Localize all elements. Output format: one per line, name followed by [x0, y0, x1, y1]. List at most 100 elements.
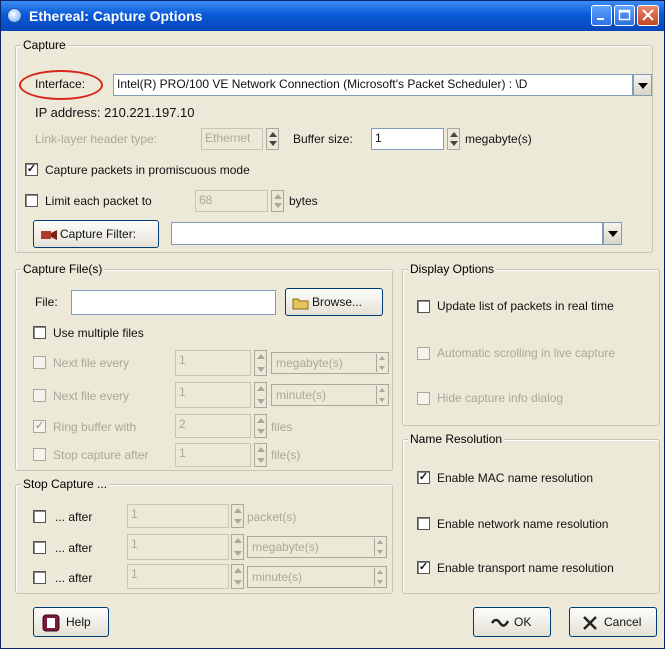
stop-after-megabytes-checkbox[interactable] — [33, 541, 46, 554]
next-file-size-unit-combo[interactable]: megabyte(s) — [271, 352, 389, 374]
maximize-button[interactable] — [614, 5, 635, 26]
stop-after-packets-checkbox[interactable] — [33, 510, 46, 523]
auto-scroll-label: Automatic scrolling in live capture — [437, 346, 616, 360]
stop-after-megabytes-unit-combo[interactable]: megabyte(s) — [247, 536, 387, 558]
stop-capture-group-label: Stop Capture ... — [21, 477, 110, 491]
help-button-label: Help — [66, 615, 91, 629]
file-input[interactable] — [71, 290, 276, 315]
capture-filter-dropdown-button[interactable] — [603, 222, 622, 245]
transport-resolution-checkbox[interactable]: ✓ — [417, 561, 430, 574]
ring-buffer-checkbox[interactable]: ✓ — [33, 420, 46, 433]
interface-combo[interactable]: Intel(R) PRO/100 VE Network Connection (… — [113, 74, 633, 96]
ok-button[interactable]: OK — [473, 607, 551, 637]
maximize-icon — [618, 9, 631, 21]
update-list-checkbox[interactable] — [417, 300, 430, 313]
capture-filter-button-label: Capture Filter: — [60, 227, 137, 241]
stop-after-packets-input[interactable]: 1 — [127, 504, 229, 528]
capture-filter-input[interactable] — [171, 222, 603, 245]
interface-dropdown-button[interactable] — [633, 74, 652, 96]
limit-packet-input[interactable]: 68 — [195, 190, 268, 212]
folder-icon — [292, 298, 309, 310]
capture-files-group-label: Capture File(s) — [21, 262, 105, 276]
next-file-time-input[interactable]: 1 — [175, 382, 251, 408]
next-file-size-unit: megabyte(s) — [276, 356, 343, 370]
stop-after-minutes-label: ... after — [55, 571, 93, 585]
buffer-unit-label: megabyte(s) — [465, 132, 532, 146]
stop-after-files-unit: file(s) — [271, 448, 301, 462]
ring-buffer-input[interactable]: 2 — [175, 414, 251, 438]
link-layer-combo[interactable]: Ethernet — [201, 128, 263, 150]
buffer-size-spinner[interactable] — [447, 128, 460, 150]
browse-button[interactable]: Browse... — [285, 288, 383, 316]
cancel-button[interactable]: Cancel — [569, 607, 657, 637]
ring-buffer-label: Ring buffer with — [53, 420, 137, 434]
stop-after-minutes-unit: minute(s) — [252, 570, 303, 584]
auto-scroll-checkbox[interactable] — [417, 347, 430, 360]
stop-after-files-input[interactable]: 1 — [175, 443, 251, 467]
display-options-group-label: Display Options — [408, 262, 497, 276]
filter-icon — [41, 230, 57, 240]
stop-after-minutes-input[interactable]: 1 — [127, 564, 229, 589]
use-multiple-files-checkbox[interactable] — [33, 326, 46, 339]
close-icon — [642, 9, 654, 21]
limit-packet-label[interactable]: Limit each packet to — [45, 194, 152, 208]
minimize-icon — [597, 18, 604, 20]
next-file-size-label: Next file every — [53, 356, 130, 370]
next-file-time-unit: minute(s) — [276, 388, 327, 402]
ring-buffer-spinner[interactable] — [254, 414, 267, 438]
stop-after-minutes-spinner[interactable] — [231, 564, 244, 589]
stop-after-packets-spinner[interactable] — [231, 504, 244, 528]
next-file-time-label: Next file every — [53, 389, 130, 403]
use-multiple-files-label[interactable]: Use multiple files — [53, 326, 144, 340]
promiscuous-label[interactable]: Capture packets in promiscuous mode — [45, 163, 250, 177]
buffer-size-input[interactable]: 1 — [371, 128, 444, 150]
stop-after-minutes-unit-combo[interactable]: minute(s) — [247, 566, 387, 588]
close-button[interactable] — [637, 5, 659, 26]
ok-button-label: OK — [514, 615, 532, 629]
stop-after-files-checkbox[interactable] — [33, 448, 46, 461]
update-list-label[interactable]: Update list of packets in real time — [437, 299, 614, 313]
ring-buffer-unit: files — [271, 420, 293, 434]
limit-packet-checkbox[interactable] — [25, 194, 38, 207]
help-button[interactable]: Help — [33, 607, 109, 637]
file-label: File: — [35, 295, 58, 309]
network-resolution-label[interactable]: Enable network name resolution — [437, 517, 608, 531]
hide-info-label: Hide capture info dialog — [437, 391, 564, 405]
stop-after-megabytes-unit: megabyte(s) — [252, 540, 319, 554]
help-icon — [42, 614, 60, 632]
buffer-size-label: Buffer size: — [293, 132, 353, 146]
network-resolution-checkbox[interactable] — [417, 517, 430, 530]
mac-resolution-label[interactable]: Enable MAC name resolution — [437, 471, 593, 485]
hide-info-checkbox[interactable] — [417, 392, 430, 405]
stop-after-minutes-checkbox[interactable] — [33, 571, 46, 584]
next-file-time-spinner[interactable] — [254, 382, 267, 408]
app-icon — [7, 8, 22, 23]
stop-after-megabytes-spinner[interactable] — [231, 534, 244, 560]
mac-resolution-checkbox[interactable]: ✓ — [417, 471, 430, 484]
capture-options-window: Ethereal: Capture Options Capture Interf… — [0, 0, 665, 649]
interface-label: Interface: — [35, 77, 86, 91]
transport-resolution-label[interactable]: Enable transport name resolution — [437, 561, 614, 575]
next-file-time-checkbox[interactable] — [33, 389, 46, 402]
next-file-size-input[interactable]: 1 — [175, 350, 251, 376]
ok-check-icon — [490, 618, 510, 627]
next-file-size-spinner[interactable] — [254, 350, 267, 376]
link-layer-label: Link-layer header type: — [35, 132, 158, 146]
link-layer-spinner[interactable] — [266, 128, 279, 150]
cancel-x-icon — [583, 616, 597, 630]
stop-after-packets-unit: packet(s) — [247, 510, 297, 524]
promiscuous-checkbox[interactable]: ✓ — [25, 163, 38, 176]
limit-packet-spinner[interactable] — [271, 190, 284, 212]
capture-group-label: Capture — [21, 38, 68, 52]
cancel-button-label: Cancel — [604, 615, 642, 629]
stop-after-megabytes-input[interactable]: 1 — [127, 534, 229, 560]
minimize-button[interactable] — [591, 5, 612, 26]
stop-after-files-spinner[interactable] — [254, 443, 267, 467]
window-title: Ethereal: Capture Options — [29, 8, 203, 24]
ip-address: IP address: 210.221.197.10 — [35, 105, 195, 120]
next-file-size-checkbox[interactable] — [33, 356, 46, 369]
stop-after-files-label: Stop capture after — [53, 448, 149, 462]
next-file-time-unit-combo[interactable]: minute(s) — [271, 384, 389, 406]
capture-filter-button[interactable]: Capture Filter: — [33, 220, 159, 248]
title-bar[interactable]: Ethereal: Capture Options — [1, 1, 664, 31]
